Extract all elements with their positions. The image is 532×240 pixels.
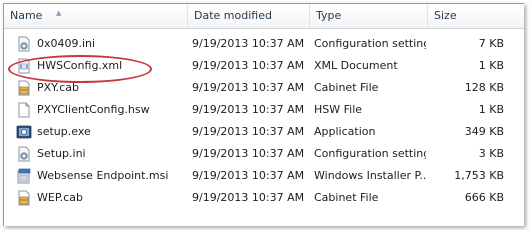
file-rows: 0x0409.ini 9/19/2013 10:37 AM Configurat…: [4, 33, 524, 209]
file-type: Configuration settings: [314, 37, 426, 50]
file-date: 9/19/2013 10:37 AM: [192, 103, 305, 116]
file-size: 349 KB: [464, 125, 504, 138]
file-date: 9/19/2013 10:37 AM: [192, 147, 305, 160]
file-name: 0x0409.ini: [37, 37, 96, 50]
msi-installer-icon: [17, 168, 31, 184]
file-date: 9/19/2013 10:37 AM: [192, 59, 305, 72]
file-row[interactable]: 0x0409.ini 9/19/2013 10:37 AM Configurat…: [4, 33, 524, 55]
file-name: PXY.cab: [37, 81, 79, 94]
file-size: 666 KB: [464, 191, 504, 204]
file-row[interactable]: setup.exe 9/19/2013 10:37 AM Application…: [4, 121, 524, 143]
file-type: Configuration settings: [314, 147, 426, 160]
file-list-view: Name ▲ Date modified Type Size 0x0409.in…: [3, 3, 524, 226]
file-size: 1 KB: [478, 59, 504, 72]
xml-document-icon: [18, 58, 30, 74]
file-type: HSW File: [314, 103, 363, 116]
file-size: 1,753 KB: [454, 169, 504, 182]
file-name: Websense Endpoint.msi: [37, 169, 169, 182]
file-name: setup.exe: [37, 125, 91, 138]
sort-ascending-icon: ▲: [56, 9, 62, 17]
column-header-date-label: Date modified: [194, 9, 272, 22]
column-header-type[interactable]: Type: [310, 4, 428, 28]
file-type: Cabinet File: [314, 191, 379, 204]
ini-settings-icon: [18, 146, 30, 162]
torn-edge-bottom: [0, 225, 532, 233]
file-row[interactable]: PXYClientConfig.hsw 9/19/2013 10:37 AM H…: [4, 99, 524, 121]
column-header-size[interactable]: Size: [428, 4, 524, 28]
column-header-date[interactable]: Date modified: [188, 4, 310, 28]
file-size: 7 KB: [478, 37, 504, 50]
file-size: 1 KB: [478, 103, 504, 116]
file-type: Cabinet File: [314, 81, 379, 94]
file-row[interactable]: Websense Endpoint.msi 9/19/2013 10:37 AM…: [4, 165, 524, 187]
file-row[interactable]: Setup.ini 9/19/2013 10:37 AM Configurati…: [4, 143, 524, 165]
cabinet-file-icon: [18, 190, 30, 206]
file-row[interactable]: PXY.cab 9/19/2013 10:37 AM Cabinet File …: [4, 77, 524, 99]
file-type: XML Document: [314, 59, 398, 72]
file-date: 9/19/2013 10:37 AM: [192, 169, 305, 182]
setup-exe-icon: [16, 125, 32, 139]
file-name: PXYClientConfig.hsw: [37, 103, 150, 116]
blank-file-icon: [18, 102, 30, 118]
cabinet-file-icon: [18, 80, 30, 96]
file-row[interactable]: HWSConfig.xml 9/19/2013 10:37 AM XML Doc…: [4, 55, 524, 77]
column-header-bar: Name ▲ Date modified Type Size: [4, 4, 524, 29]
file-name: Setup.ini: [37, 147, 86, 160]
file-date: 9/19/2013 10:37 AM: [192, 125, 305, 138]
file-type: Windows Installer P...: [314, 169, 426, 182]
file-name: WEP.cab: [37, 191, 84, 204]
column-header-name-label: Name: [10, 9, 43, 22]
file-size: 128 KB: [464, 81, 504, 94]
column-header-name[interactable]: Name ▲: [4, 4, 188, 28]
file-date: 9/19/2013 10:37 AM: [192, 81, 305, 94]
file-date: 9/19/2013 10:37 AM: [192, 37, 305, 50]
file-size: 3 KB: [478, 147, 504, 160]
file-date: 9/19/2013 10:37 AM: [192, 191, 305, 204]
file-name: HWSConfig.xml: [37, 59, 123, 72]
file-type: Application: [314, 125, 376, 138]
file-row[interactable]: WEP.cab 9/19/2013 10:37 AM Cabinet File …: [4, 187, 524, 209]
ini-settings-icon: [18, 36, 30, 52]
column-header-type-label: Type: [316, 9, 342, 22]
column-header-size-label: Size: [434, 9, 457, 22]
